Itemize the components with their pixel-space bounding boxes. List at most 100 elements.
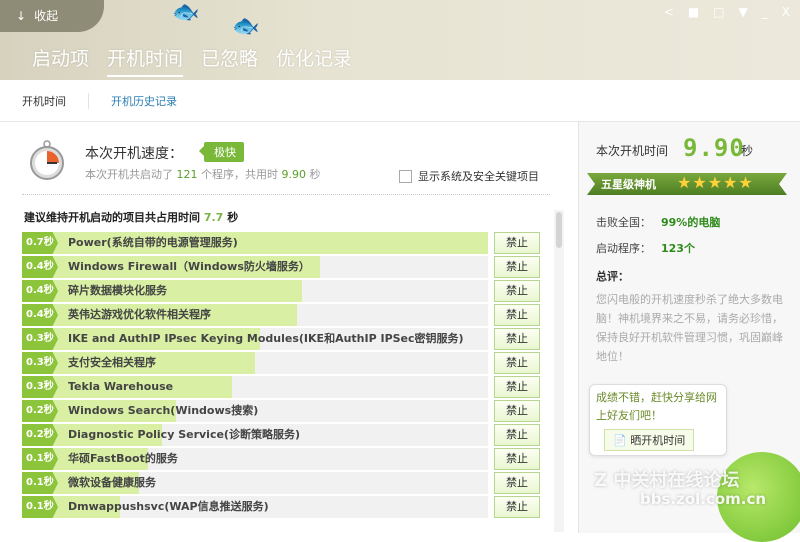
scrollbar[interactable] — [554, 210, 564, 532]
tab-optimize-history[interactable]: 优化记录 — [276, 44, 352, 77]
time-tag: 0.3秒 — [22, 376, 58, 398]
time-tag: 0.1秒 — [22, 472, 58, 494]
rank-ribbon: 五星级神机 ★★★★★ — [587, 173, 787, 195]
disable-button[interactable]: 禁止 — [494, 376, 540, 398]
tab-startup-items[interactable]: 启动项 — [32, 44, 89, 77]
list-title: 建议维持开机启动的项目共占用时间 7.7 秒 — [24, 209, 238, 225]
boot-time-big: 9.90 — [683, 134, 745, 162]
time-tag: 0.3秒 — [22, 328, 58, 350]
summary-text: 本次开机共启动了 — [85, 168, 173, 181]
disable-button[interactable]: 禁止 — [494, 352, 540, 374]
star-rating-icon: ★★★★★ — [677, 173, 754, 192]
item-name: Tekla Warehouse — [68, 380, 174, 393]
main-panel: 本次开机速度： 极快 本次开机共启动了 121 个程序，共用时 9.90 秒 显… — [0, 122, 578, 533]
checkbox-box[interactable] — [399, 169, 412, 183]
list-title-text: 建议维持开机启动的项目共占用时间 — [24, 211, 200, 224]
boot-time-value: 9.90 — [281, 168, 307, 181]
disable-button[interactable]: 禁止 — [494, 280, 540, 302]
disable-button[interactable]: 禁止 — [494, 304, 540, 326]
watermark-logo: Z 中关村在线论坛 — [594, 470, 740, 491]
time-tag: 0.7秒 — [22, 232, 58, 254]
time-tag: 0.1秒 — [22, 448, 58, 470]
show-system-items-checkbox[interactable]: 显示系统及安全关键项目 — [399, 168, 539, 184]
disable-button[interactable]: 禁止 — [494, 256, 540, 278]
tab-ignored[interactable]: 已忽略 — [201, 44, 258, 77]
fish-decoration-icon: 🐟 — [232, 14, 260, 39]
share-bubble: 成绩不错，赶快分享给网上好友们吧！ 📄 晒开机时间 — [589, 384, 727, 456]
disable-button[interactable]: 禁止 — [494, 472, 540, 494]
speed-badge: 极快 — [199, 142, 244, 162]
beat-value: 99%的电脑 — [661, 216, 721, 229]
disable-button[interactable]: 禁止 — [494, 448, 540, 470]
watermark-url: bbs.zol.com.cn — [640, 490, 767, 508]
item-name: Windows Search(Windows搜索) — [68, 404, 259, 417]
program-stat: 启动程序： 123个 — [596, 240, 695, 256]
summary-unit: 秒 — [309, 168, 321, 181]
share-icon[interactable]: < — [664, 5, 674, 19]
speed-label: 本次开机速度： — [85, 146, 183, 162]
review-label: 总评： — [596, 270, 629, 283]
startup-item-row: 0.7秒 Power(系统自带的电源管理服务) 禁止 — [22, 232, 542, 254]
collapse-label: 收起 — [34, 9, 59, 23]
list-title-unit: 秒 — [227, 211, 239, 224]
share-boot-time-button[interactable]: 📄 晒开机时间 — [604, 429, 695, 451]
item-name: Dmwappushsvc(WAP信息推送服务) — [68, 500, 269, 513]
disable-button[interactable]: 禁止 — [494, 424, 540, 446]
divider — [22, 194, 550, 195]
startup-item-row: 0.1秒 Dmwappushsvc(WAP信息推送服务) 禁止 — [22, 496, 542, 518]
arrow-down-icon: ↓ — [16, 9, 27, 23]
time-tag: 0.3秒 — [22, 352, 58, 374]
document-icon: 📄 — [613, 434, 631, 447]
startup-item-row: 0.2秒 Windows Search(Windows搜索) 禁止 — [22, 400, 542, 422]
startup-item-row: 0.1秒 华硕FastBoot的服务 禁止 — [22, 448, 542, 470]
total-time: 7.7 — [203, 211, 224, 224]
disable-button[interactable]: 禁止 — [494, 400, 540, 422]
disable-button[interactable]: 禁止 — [494, 496, 540, 518]
skin-icon[interactable]: ■ — [688, 5, 699, 19]
disable-button[interactable]: 禁止 — [494, 328, 540, 350]
programs-label: 启动程序： — [596, 242, 651, 255]
item-name: Power(系统自带的电源管理服务) — [68, 236, 238, 249]
time-tag: 0.4秒 — [22, 304, 58, 326]
scrollbar-thumb[interactable] — [556, 212, 562, 248]
tab-boot-time[interactable]: 开机时间 — [107, 44, 184, 77]
sub-navigation: 开机时间 开机历史记录 — [0, 80, 800, 122]
subnav-boot-history[interactable]: 开机历史记录 — [88, 92, 199, 109]
time-tag: 0.4秒 — [22, 256, 58, 278]
rank-label: 五星级神机 — [601, 178, 656, 191]
time-tag: 0.1秒 — [22, 496, 58, 518]
startup-item-row: 0.3秒 Tekla Warehouse 禁止 — [22, 376, 542, 398]
time-tag: 0.2秒 — [22, 400, 58, 422]
menu-icon[interactable]: ▼ — [739, 5, 748, 19]
time-tag: 0.2秒 — [22, 424, 58, 446]
item-name: IKE and AuthIP IPsec Keying Modules(IKE和… — [68, 332, 464, 345]
mini-mode-icon[interactable]: □ — [713, 5, 724, 19]
summary-text: 个程序，共用时 — [201, 168, 278, 181]
review-text: 您闪电般的开机速度秒杀了绝大多数电脑！神机境界来之不易，请务必珍惜，保持良好开机… — [596, 293, 783, 363]
startup-item-row: 0.4秒 Windows Firewall（Windows防火墙服务） 禁止 — [22, 256, 542, 278]
boot-summary: 本次开机共启动了 121 个程序，共用时 9.90 秒 — [85, 166, 321, 182]
startup-item-row: 0.2秒 Diagnostic Policy Service(诊断策略服务) 禁… — [22, 424, 542, 446]
bubble-text: 成绩不错，赶快分享给网上好友们吧！ — [596, 391, 717, 422]
boot-time-unit: 秒 — [741, 144, 754, 158]
collapse-button[interactable]: ↓ 收起 — [0, 0, 104, 32]
item-name: 碎片数据模块化服务 — [68, 284, 167, 297]
startup-item-row: 0.3秒 IKE and AuthIP IPsec Keying Modules… — [22, 328, 542, 350]
fish-decoration-icon: 🐟 — [172, 0, 200, 25]
beat-label: 击败全国： — [596, 216, 651, 229]
item-name: 华硕FastBoot的服务 — [68, 452, 178, 465]
item-name: 支付安全相关程序 — [68, 356, 156, 369]
startup-item-row: 0.4秒 碎片数据模块化服务 禁止 — [22, 280, 542, 302]
minimize-icon[interactable]: _ — [762, 5, 768, 19]
item-name: 微软设备健康服务 — [68, 476, 156, 489]
item-name: Diagnostic Policy Service(诊断策略服务) — [68, 428, 300, 441]
time-tag: 0.4秒 — [22, 280, 58, 302]
subnav-boot-time[interactable]: 开机时间 — [0, 93, 88, 109]
startup-item-list: 0.7秒 Power(系统自带的电源管理服务) 禁止 0.4秒 Windows … — [22, 232, 542, 520]
checkbox-label: 显示系统及安全关键项目 — [418, 170, 539, 183]
close-icon[interactable]: X — [782, 5, 790, 19]
item-name: Windows Firewall（Windows防火墙服务） — [68, 260, 310, 273]
programs-value: 123个 — [661, 242, 695, 255]
beat-stat: 击败全国： 99%的电脑 — [596, 214, 720, 230]
disable-button[interactable]: 禁止 — [494, 232, 540, 254]
